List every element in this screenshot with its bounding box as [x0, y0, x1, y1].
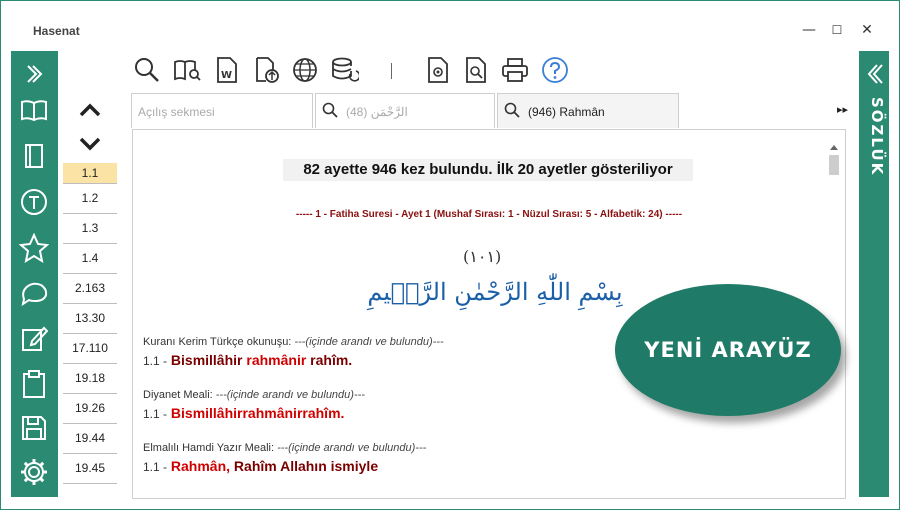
tab-label: (946) Rahmân	[528, 105, 605, 119]
verse-list-item[interactable]: 1.1	[63, 163, 117, 184]
toolbar-separator	[391, 63, 392, 79]
document-search-icon[interactable]	[462, 55, 492, 85]
scroll-up-arrow-icon[interactable]	[829, 143, 839, 151]
next-verse-arrow-icon[interactable]	[75, 131, 105, 157]
expand-chevron-icon[interactable]	[17, 57, 51, 91]
tab-arabic-search[interactable]: (48) الرَّحْمَن	[315, 93, 495, 128]
verse-list: 1.1 1.2 1.3 1.4 2.163 13.30 17.110 19.18 19.26 19…	[63, 163, 117, 484]
database-sync-icon[interactable]	[330, 55, 360, 85]
open-book-icon[interactable]	[17, 93, 51, 127]
search-icon	[504, 102, 520, 118]
arabic-verse-text: بِسْمِ اللّٰهِ الرَّحْمٰنِ الرَّح۪يمِ	[367, 278, 623, 306]
verse-list-item[interactable]: 1.4	[63, 244, 117, 274]
verse-source-line: ----- 1 - Fatiha Suresi - Ayet 1 (Mushaf…	[295, 209, 683, 220]
results-headline: 82 ayette 946 kez bulundu. İlk 20 ayetle…	[283, 159, 693, 181]
verse-list-item[interactable]: 1.2	[63, 184, 117, 214]
search-icon[interactable]	[132, 55, 162, 85]
minimize-button[interactable]: —	[797, 19, 821, 43]
verse-ref: 1.1 -	[143, 407, 168, 421]
highlighted-match: Bismillâhirrahmânirrahîm.	[170, 405, 345, 421]
left-sidebar	[11, 51, 58, 497]
ayah-number: (١٠١)	[463, 247, 502, 266]
clipboard-icon[interactable]	[17, 367, 51, 401]
toolbar: W	[58, 51, 859, 89]
translation-block: Kuranı Kerim Türkçe okunuşu: ---(içinde …	[143, 336, 444, 368]
book-icon[interactable]	[17, 139, 51, 173]
promo-badge-wrap: YENİ ARAYÜZ	[615, 284, 845, 424]
search-note: ---(içinde arandı ve bulundu)---	[215, 389, 365, 401]
right-sidebar[interactable]: SÖZLÜK	[859, 51, 889, 497]
verse-list-item[interactable]: 19.26	[63, 394, 117, 424]
translation-label: Diyanet Meali:	[143, 389, 213, 401]
verse-ref: 1.1 -	[143, 460, 168, 474]
translation-block: Elmalılı Hamdi Yazır Meali: ---(içinde a…	[143, 442, 426, 474]
translation-block: Diyanet Meali: ---(içinde arandı ve bulu…	[143, 389, 365, 421]
settings-gear-icon[interactable]	[17, 455, 51, 489]
search-note: ---(içinde arandı ve bulundu)---	[294, 336, 444, 348]
verse-list-item[interactable]: 19.44	[63, 424, 117, 454]
badge-text: YENİ ARAYÜZ	[644, 338, 812, 362]
search-icon	[322, 102, 338, 118]
tab-bar: Açılış sekmesi (48) الرَّحْمَن (946) Rah…	[131, 93, 859, 129]
book-search-icon[interactable]	[172, 55, 202, 85]
text-circle-icon[interactable]	[17, 185, 51, 219]
printer-icon[interactable]	[500, 55, 530, 85]
app-title: Hasenat	[33, 24, 80, 38]
comment-icon[interactable]	[17, 277, 51, 311]
collapse-chevron-icon[interactable]	[865, 63, 883, 85]
app-window: Hasenat — ☐ ✕ SÖZLÜK W 1.1 1.2 1.3 1.4 2…	[0, 0, 900, 510]
verse-text-part: rahîm.	[306, 352, 353, 368]
tab-rahman-search[interactable]: (946) Rahmân	[497, 93, 679, 128]
verse-list-item[interactable]: 19.45	[63, 454, 117, 484]
maximize-button[interactable]: ☐	[825, 19, 849, 43]
svg-text:W: W	[221, 70, 232, 81]
previous-verse-arrow-icon[interactable]	[75, 97, 105, 123]
star-icon[interactable]	[17, 231, 51, 265]
tab-label: (48) الرَّحْمَن	[346, 105, 408, 119]
upload-file-icon[interactable]	[252, 55, 282, 85]
document-settings-icon[interactable]	[423, 55, 453, 85]
verse-list-item[interactable]: 1.3	[63, 214, 117, 244]
verse-list-item[interactable]: 2.163	[63, 274, 117, 304]
tab-overflow-button[interactable]: ▸▸	[837, 103, 848, 116]
title-bar: Hasenat — ☐ ✕	[11, 11, 889, 51]
close-button[interactable]: ✕	[855, 19, 879, 43]
scrollbar-thumb[interactable]	[829, 155, 839, 175]
verse-list-item[interactable]: 13.30	[63, 304, 117, 334]
verse-text-part: Rahîm Allahın ismiyle	[230, 458, 379, 474]
search-note: ---(içinde arandı ve bulundu)---	[277, 442, 427, 454]
new-interface-badge: YENİ ARAYÜZ	[615, 284, 841, 416]
tab-label: Açılış sekmesi	[138, 105, 215, 119]
translation-label: Kuranı Kerim Türkçe okunuşu:	[143, 336, 292, 348]
verse-list-item[interactable]: 19.18	[63, 364, 117, 394]
help-icon[interactable]	[540, 55, 570, 85]
edit-note-icon[interactable]	[17, 321, 51, 355]
verse-ref: 1.1 -	[143, 354, 168, 368]
dictionary-panel-label[interactable]: SÖZLÜK	[868, 97, 886, 176]
verse-text-part: Bismillâhir	[170, 352, 247, 368]
web-globe-icon[interactable]	[290, 55, 320, 85]
highlighted-match: rahmânir	[246, 352, 307, 368]
word-export-icon[interactable]: W	[212, 55, 242, 85]
tab-opening[interactable]: Açılış sekmesi	[131, 93, 313, 128]
verse-navigator: 1.1 1.2 1.3 1.4 2.163 13.30 17.110 19.18 19.26 19…	[63, 91, 117, 497]
translation-label: Elmalılı Hamdi Yazır Meali:	[143, 442, 275, 454]
highlighted-match: Rahmân,	[170, 458, 231, 474]
verse-list-item[interactable]: 17.110	[63, 334, 117, 364]
save-disk-icon[interactable]	[17, 411, 51, 445]
